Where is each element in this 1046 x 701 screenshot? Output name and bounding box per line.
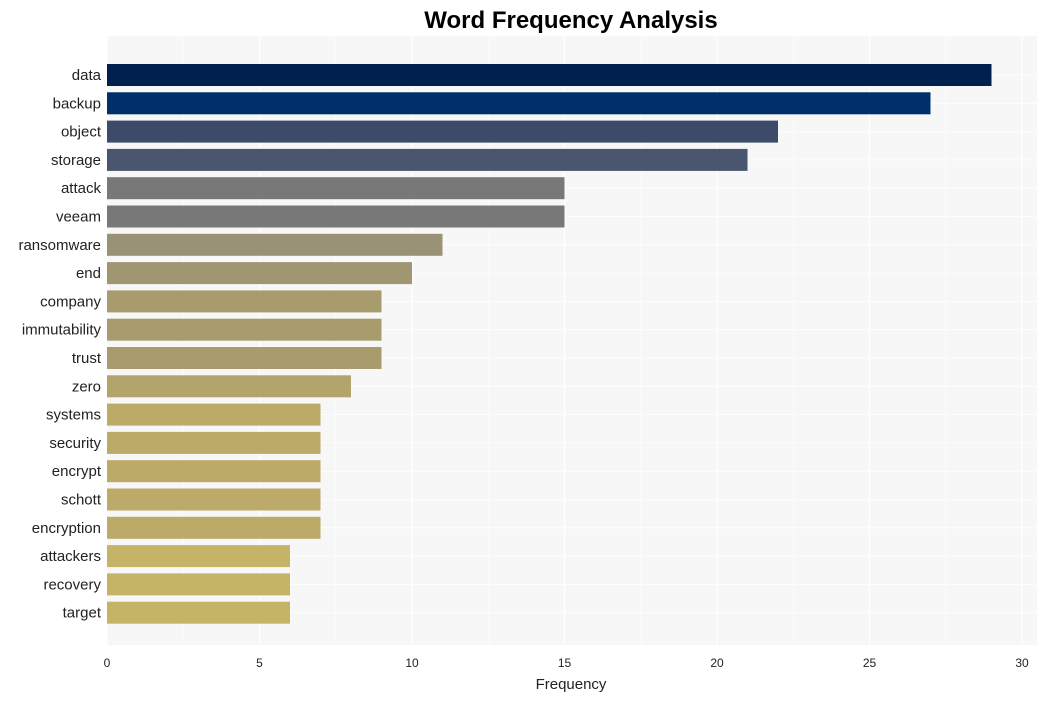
y-tick-label: storage — [51, 152, 101, 169]
bar-zero — [107, 375, 351, 398]
y-axis-labels: data backup object storage attack veeam ransom… — [18, 67, 101, 622]
bar-company — [107, 290, 382, 313]
y-tick-label: backup — [53, 95, 101, 112]
bar-immutability — [107, 318, 382, 341]
y-tick-label: encryption — [32, 520, 101, 537]
x-tick-label: 5 — [256, 656, 263, 670]
y-tick-label: encrypt — [52, 463, 102, 480]
bar-end — [107, 262, 412, 285]
y-tick-label: recovery — [43, 576, 101, 593]
bar-recovery — [107, 573, 290, 596]
y-tick-label: trust — [72, 350, 102, 367]
bar-attack — [107, 177, 565, 200]
y-tick-label: attack — [61, 180, 102, 197]
y-tick-label: object — [61, 124, 102, 141]
bar-target — [107, 601, 290, 624]
x-tick-label: 10 — [405, 656, 419, 670]
y-tick-label: schott — [61, 492, 102, 509]
bar-object — [107, 120, 778, 143]
x-tick-label: 25 — [863, 656, 877, 670]
x-tick-label: 30 — [1015, 656, 1029, 670]
bar-veeam — [107, 205, 565, 228]
bar-backup — [107, 92, 931, 115]
bar-systems — [107, 403, 321, 426]
bar-encryption — [107, 516, 321, 539]
word-frequency-chart: data backup object storage attack veeam ransom… — [18, 7, 1037, 693]
x-tick-label: 0 — [104, 656, 111, 670]
y-tick-label: systems — [46, 407, 101, 424]
y-tick-label: company — [40, 293, 101, 310]
y-tick-label: end — [76, 265, 101, 282]
y-tick-label: target — [63, 605, 102, 622]
chart-title: Word Frequency Analysis — [424, 7, 717, 34]
bar-trust — [107, 347, 382, 369]
bar-security — [107, 431, 321, 454]
y-tick-label: data — [72, 67, 102, 84]
bar-schott — [107, 488, 321, 511]
bar-ransomware — [107, 233, 443, 256]
x-tick-label: 15 — [558, 656, 572, 670]
y-tick-label: ransomware — [18, 237, 101, 254]
y-tick-label: veeam — [56, 209, 101, 226]
bar-data — [107, 64, 992, 86]
x-tick-label: 20 — [710, 656, 724, 670]
y-tick-label: zero — [72, 378, 101, 395]
bar-storage — [107, 148, 748, 171]
y-tick-label: security — [49, 435, 101, 452]
x-axis-label: Frequency — [536, 676, 607, 693]
x-axis-ticks: 0 5 10 15 20 25 30 — [104, 656, 1029, 670]
y-tick-label: immutability — [22, 322, 102, 339]
y-tick-label: attackers — [40, 548, 101, 565]
bar-encrypt — [107, 460, 321, 483]
bar-attackers — [107, 545, 290, 568]
